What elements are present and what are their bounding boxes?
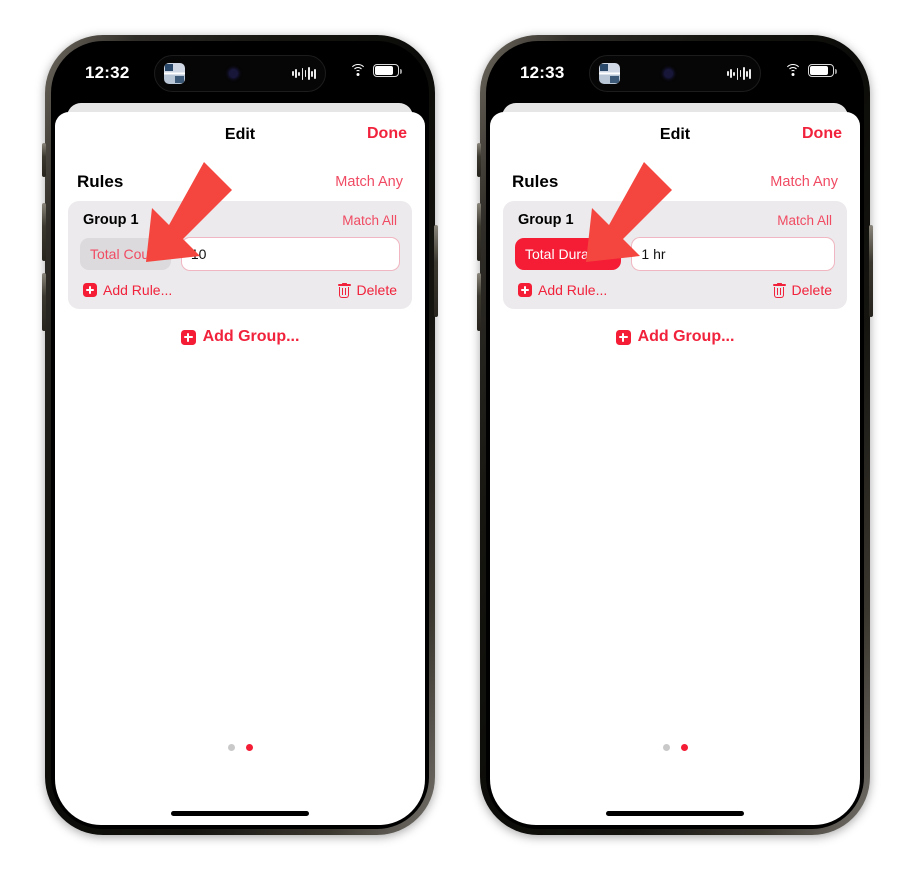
status-bar-clock: 12:33 xyxy=(520,63,565,82)
screenshot-canvas: 12:32 Edit Done Rules Match Any Group 1 … xyxy=(0,0,900,879)
group-header: Group 1 Match All xyxy=(80,211,400,237)
plus-icon xyxy=(615,329,631,345)
rules-header: Rules Match Any xyxy=(55,158,425,201)
volume-down-button[interactable] xyxy=(42,273,46,331)
home-indicator[interactable] xyxy=(171,811,309,816)
page-dot-1[interactable] xyxy=(662,744,670,751)
power-button[interactable] xyxy=(434,225,438,317)
edit-rules-sheet: Edit Done Rules Match Any Group 1 Match … xyxy=(490,112,860,825)
phone-device-left: 12:32 Edit Done Rules Match Any Group 1 … xyxy=(42,35,438,835)
page-indicator[interactable] xyxy=(490,744,860,751)
app-icon xyxy=(599,63,620,84)
rule-type-pill[interactable]: Total Duration xyxy=(515,238,622,270)
rule-value-input[interactable]: 10 xyxy=(180,237,400,271)
status-bar-indicators xyxy=(784,64,837,77)
rule-row: Total Duration 1 hr xyxy=(515,237,835,279)
mic-indicator-icon xyxy=(229,69,238,78)
wifi-icon xyxy=(349,64,366,77)
group-match-selector[interactable]: Match All xyxy=(342,213,397,228)
action-button[interactable] xyxy=(42,143,46,177)
status-bar: 12:32 xyxy=(55,45,425,103)
delete-label: Delete xyxy=(356,282,397,298)
status-bar-clock: 12:32 xyxy=(85,63,130,82)
page-dot-1[interactable] xyxy=(227,744,235,751)
plus-icon xyxy=(518,283,532,297)
group-actions: Add Rule... Delete xyxy=(515,279,835,298)
sheet-stack: Edit Done Rules Match Any Group 1 Match … xyxy=(55,103,425,825)
group-match-selector[interactable]: Match All xyxy=(777,213,832,228)
phone-screen-left: 12:32 Edit Done Rules Match Any Group 1 … xyxy=(55,45,425,825)
add-rule-button[interactable]: Add Rule... xyxy=(83,282,172,298)
dynamic-island[interactable] xyxy=(589,55,761,92)
wifi-icon xyxy=(784,64,801,77)
add-rule-button[interactable]: Add Rule... xyxy=(518,282,607,298)
page-dot-2-active[interactable] xyxy=(245,744,253,751)
group-actions: Add Rule... Delete xyxy=(80,279,400,298)
rules-match-selector[interactable]: Match Any xyxy=(335,174,403,190)
delete-label: Delete xyxy=(791,282,832,298)
add-group-button[interactable]: Add Group... xyxy=(55,328,425,346)
group-name: Group 1 xyxy=(83,212,139,228)
volume-up-button[interactable] xyxy=(477,203,481,261)
mic-indicator-icon xyxy=(664,69,673,78)
rule-group-card: Group 1 Match All Total Duration 1 hr Ad… xyxy=(503,201,847,309)
add-rule-label: Add Rule... xyxy=(538,282,608,298)
delete-group-button[interactable]: Delete xyxy=(337,282,397,298)
app-icon xyxy=(164,63,185,84)
rule-type-pill[interactable]: Total Count xyxy=(80,238,171,270)
sheet-stack: Edit Done Rules Match Any Group 1 Match … xyxy=(490,103,860,825)
status-bar: 12:33 xyxy=(490,45,860,103)
plus-icon xyxy=(180,329,196,345)
add-rule-label: Add Rule... xyxy=(103,282,173,298)
page-indicator[interactable] xyxy=(55,744,425,751)
battery-icon xyxy=(808,64,837,77)
add-group-label: Add Group... xyxy=(637,328,735,345)
rules-title: Rules xyxy=(77,172,124,191)
page-dot-2-active[interactable] xyxy=(680,744,688,751)
rules-title: Rules xyxy=(512,172,559,191)
navigation-bar: Edit Done xyxy=(55,112,425,158)
add-group-button[interactable]: Add Group... xyxy=(490,328,860,346)
group-name: Group 1 xyxy=(518,212,574,228)
dynamic-island[interactable] xyxy=(154,55,326,92)
rules-header: Rules Match Any xyxy=(490,158,860,201)
done-button[interactable]: Done xyxy=(802,125,842,143)
rules-match-selector[interactable]: Match Any xyxy=(770,174,838,190)
group-header: Group 1 Match All xyxy=(515,211,835,237)
trash-icon xyxy=(337,282,351,298)
delete-group-button[interactable]: Delete xyxy=(772,282,832,298)
phone-device-right: 12:33 Edit Done Rules Match Any Group 1 … xyxy=(477,35,873,835)
navigation-bar: Edit Done xyxy=(490,112,860,158)
rule-row: Total Count 10 xyxy=(80,237,400,279)
volume-up-button[interactable] xyxy=(42,203,46,261)
action-button[interactable] xyxy=(477,143,481,177)
volume-down-button[interactable] xyxy=(477,273,481,331)
add-group-label: Add Group... xyxy=(202,328,300,345)
status-bar-indicators xyxy=(349,64,402,77)
phone-screen-right: 12:33 Edit Done Rules Match Any Group 1 … xyxy=(490,45,860,825)
rule-value-input[interactable]: 1 hr xyxy=(631,237,835,271)
done-button[interactable]: Done xyxy=(367,125,407,143)
plus-icon xyxy=(83,283,97,297)
home-indicator[interactable] xyxy=(606,811,744,816)
trash-icon xyxy=(772,282,786,298)
battery-icon xyxy=(373,64,402,77)
rule-group-card: Group 1 Match All Total Count 10 Add Rul… xyxy=(68,201,412,309)
power-button[interactable] xyxy=(869,225,873,317)
edit-rules-sheet: Edit Done Rules Match Any Group 1 Match … xyxy=(55,112,425,825)
audio-waveform-icon xyxy=(727,67,751,81)
audio-waveform-icon xyxy=(292,67,316,81)
